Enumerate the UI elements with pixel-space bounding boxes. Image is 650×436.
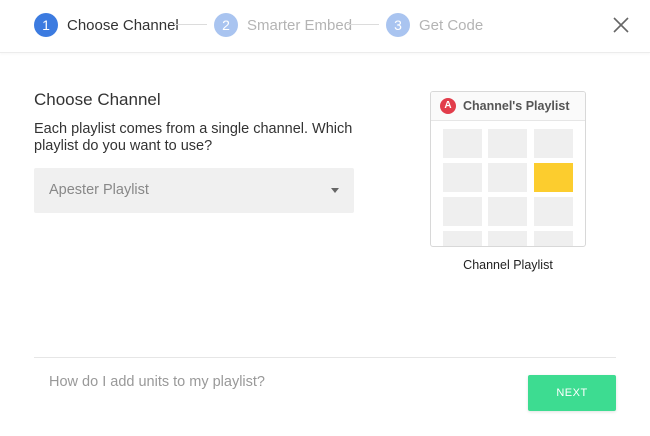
next-button[interactable]: NEXT <box>528 375 616 411</box>
preview-caption: Channel Playlist <box>463 258 553 272</box>
step-get-code[interactable]: 3 Get Code <box>386 13 483 37</box>
preview-cell <box>534 231 573 246</box>
caret-down-icon <box>331 188 339 193</box>
preview-cell <box>488 129 527 158</box>
step-choose-channel[interactable]: 1 Choose Channel <box>34 13 179 37</box>
preview-cell <box>534 129 573 158</box>
step-number: 3 <box>386 13 410 37</box>
footer-divider <box>34 357 616 358</box>
step-connector <box>347 24 379 25</box>
preview-cell <box>534 197 573 226</box>
help-link[interactable]: How do I add units to my playlist? <box>49 374 265 390</box>
section-title: Choose Channel <box>34 90 161 109</box>
section-description: Each playlist comes from a single channe… <box>34 121 353 154</box>
step-label: Smarter Embed <box>247 16 353 34</box>
playlist-select-value: Apester Playlist <box>49 182 149 198</box>
step-connector <box>174 24 207 25</box>
close-button[interactable] <box>612 16 630 34</box>
preview-cell <box>443 129 482 158</box>
preview-cell <box>443 231 482 246</box>
preview-title: Channel's Playlist <box>463 99 570 113</box>
preview-header: A Channel's Playlist <box>431 92 585 121</box>
close-icon <box>613 17 629 33</box>
preview-cell <box>488 197 527 226</box>
step-smarter-embed[interactable]: 2 Smarter Embed <box>214 13 352 37</box>
preview-cell <box>488 231 527 246</box>
step-label: Choose Channel <box>67 16 179 34</box>
step-number: 2 <box>214 13 238 37</box>
step-number: 1 <box>34 13 58 37</box>
wizard-header: 1 Choose Channel 2 Smarter Embed 3 Get C… <box>0 0 650 53</box>
apester-logo-icon: A <box>440 98 456 114</box>
preview-cell <box>443 197 482 226</box>
preview-cell <box>488 163 527 192</box>
step-label: Get Code <box>419 16 484 34</box>
playlist-preview: A Channel's Playlist <box>430 91 586 247</box>
preview-cell <box>443 163 482 192</box>
preview-cell-highlighted <box>534 163 573 192</box>
playlist-select[interactable]: Apester Playlist <box>34 168 354 213</box>
